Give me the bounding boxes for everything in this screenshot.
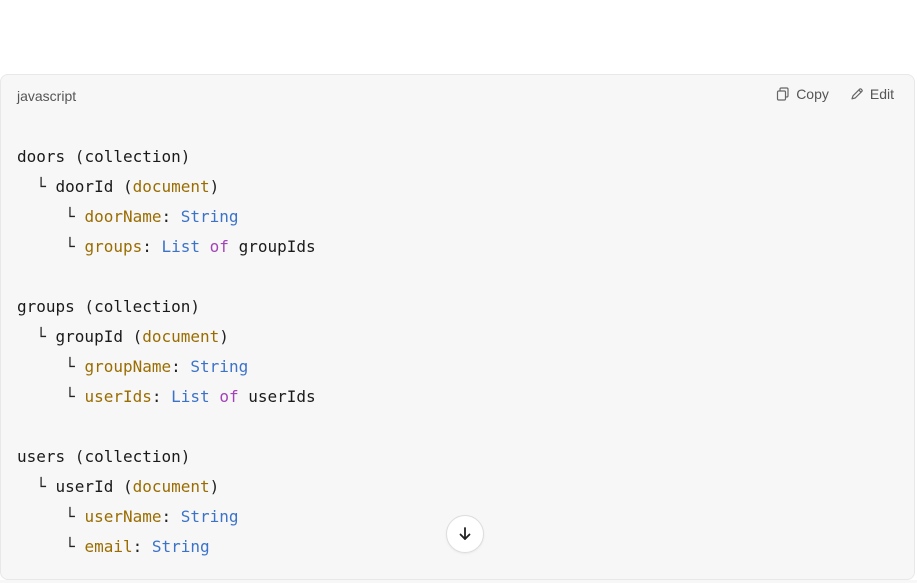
code-token: :	[132, 537, 152, 556]
code-token: (	[113, 177, 133, 196]
top-text-fragment: '	[24, 0, 28, 4]
code-token: (	[122, 327, 143, 346]
code-line: └ userId (document)	[17, 472, 897, 502]
copy-label: Copy	[796, 86, 829, 102]
code-token: (	[65, 447, 85, 466]
code-token: List	[161, 237, 201, 256]
code-line: groups (collection)	[17, 292, 897, 322]
tree-branch-glyph: └	[65, 387, 85, 406]
code-token: userIds	[238, 387, 316, 406]
tree-branch-glyph: └	[65, 237, 85, 256]
edit-icon	[851, 88, 863, 100]
tree-branch-glyph: └	[65, 537, 85, 556]
code-token: userIds	[84, 387, 152, 406]
code-token: )	[209, 477, 220, 496]
code-token: :	[171, 357, 191, 376]
code-language-label: javascript	[17, 88, 77, 104]
code-token: groupId	[55, 327, 123, 346]
code-block: javascript Copy Edit doors (collection) …	[0, 74, 915, 580]
code-token: )	[180, 147, 191, 166]
code-token: String	[180, 507, 239, 526]
code-token: (	[65, 147, 85, 166]
tree-branch-glyph: └	[65, 357, 85, 376]
code-line: └ groupId (document)	[17, 322, 897, 352]
code-token: of	[209, 237, 229, 256]
code-token: String	[190, 357, 249, 376]
code-token: )	[180, 447, 191, 466]
code-line: └ userIds: List of userIds	[17, 382, 897, 412]
code-content[interactable]: doors (collection) └ doorId (document) └…	[17, 142, 897, 562]
code-token: String	[180, 207, 239, 226]
copy-icon	[777, 87, 789, 101]
code-token: collection	[94, 297, 191, 316]
code-token: groupIds	[228, 237, 316, 256]
code-token: userId	[55, 477, 114, 496]
tree-branch-glyph: └	[65, 207, 85, 226]
code-line: └ doorName: String	[17, 202, 897, 232]
code-token: )	[219, 327, 229, 346]
code-token: document	[132, 477, 210, 496]
code-token: groups	[17, 297, 75, 316]
code-token: :	[151, 387, 172, 406]
scroll-down-button[interactable]	[446, 515, 484, 553]
code-token: collection	[84, 447, 181, 466]
edit-label: Edit	[869, 86, 894, 102]
edit-code-button[interactable]: Edit	[849, 86, 894, 102]
code-token: document	[142, 327, 220, 346]
code-token: document	[132, 177, 210, 196]
code-token: doorName	[84, 207, 162, 226]
code-token: :	[161, 207, 181, 226]
code-token: (	[74, 297, 95, 316]
code-token: email	[84, 537, 133, 556]
code-token: )	[190, 297, 201, 316]
tree-branch-glyph: └	[65, 507, 85, 526]
code-token: doors	[17, 147, 66, 166]
code-token: (	[113, 477, 133, 496]
tree-branch-glyph: └	[36, 327, 56, 346]
code-line: └ groupName: String	[17, 352, 897, 382]
code-token: groups	[84, 237, 143, 256]
copy-code-button[interactable]: Copy	[775, 86, 829, 102]
code-token: collection	[84, 147, 181, 166]
code-token: List	[171, 387, 210, 406]
tree-branch-glyph: └	[36, 177, 56, 196]
code-line: doors (collection)	[17, 142, 897, 172]
code-line: users (collection)	[17, 442, 897, 472]
code-token: )	[209, 177, 220, 196]
code-token: :	[142, 237, 162, 256]
code-token: doorId	[55, 177, 114, 196]
code-token: :	[161, 507, 181, 526]
tree-branch-glyph: └	[36, 477, 56, 496]
code-block-header: javascript Copy Edit	[1, 75, 914, 119]
code-line: └ groups: List of groupIds	[17, 232, 897, 262]
code-block-actions: Copy Edit	[775, 86, 894, 102]
code-token: users	[17, 447, 66, 466]
code-token: groupName	[84, 357, 172, 376]
arrow-down-icon	[459, 527, 471, 540]
code-token: userName	[84, 507, 162, 526]
code-token: of	[219, 387, 239, 406]
code-token: String	[151, 537, 210, 556]
code-line: └ doorId (document)	[17, 172, 897, 202]
